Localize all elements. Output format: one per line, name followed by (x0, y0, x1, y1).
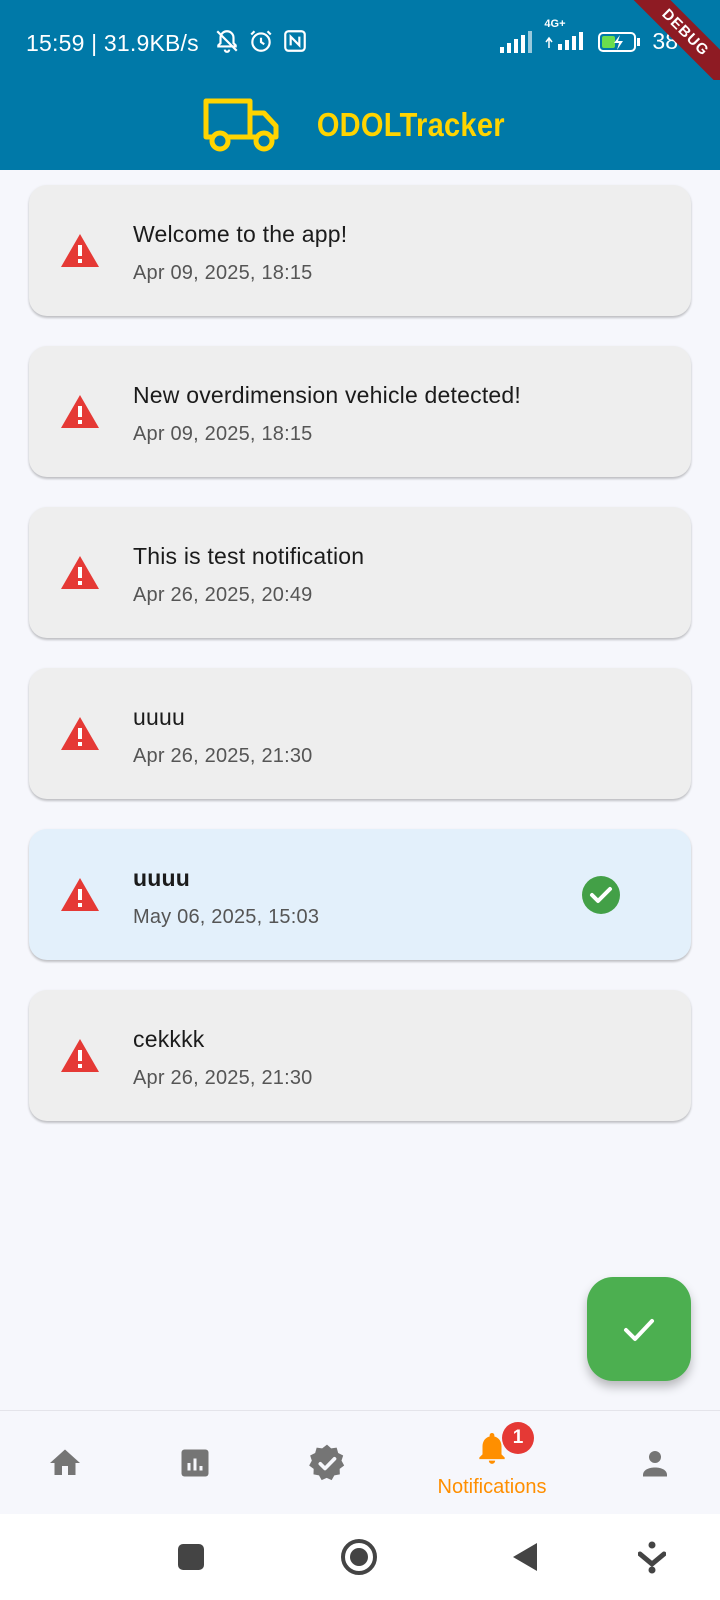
nav-notifications[interactable]: 1 Notifications (412, 1411, 572, 1515)
notification-card-unread[interactable]: uuuu May 06, 2025, 15:03 (29, 829, 691, 960)
app-bar: ODOLTracker (0, 80, 720, 170)
notification-list: Welcome to the app! Apr 09, 2025, 18:15 … (29, 185, 691, 1151)
battery-icon (598, 31, 641, 52)
status-icons-left (214, 28, 308, 54)
nfc-icon (284, 30, 306, 52)
nav-home[interactable] (30, 1411, 100, 1515)
status-bar: 15:59 | 31.9KB/s 4G+ 38 DEBUG (0, 0, 720, 96)
notification-date: May 06, 2025, 15:03 (133, 906, 320, 928)
warning-icon (61, 1039, 99, 1072)
network-type-label: 4G+ (544, 18, 566, 30)
notification-title: New overdimension vehicle detected! (133, 382, 521, 408)
notification-card[interactable]: Welcome to the app! Apr 09, 2025, 18:15 (29, 185, 691, 316)
nav-analytics[interactable] (160, 1411, 230, 1515)
home-icon (50, 1449, 80, 1475)
status-icons-right: 4G+ 38 (500, 18, 678, 55)
notification-date: Apr 09, 2025, 18:15 (133, 423, 313, 445)
keyboard-hide-icon[interactable] (638, 1540, 666, 1574)
person-icon (643, 1451, 667, 1477)
chart-icon (181, 1449, 209, 1477)
signal-4g: 4G+ (544, 18, 588, 55)
warning-icon (61, 234, 99, 267)
bell-off-icon (216, 30, 238, 53)
notification-date: Apr 09, 2025, 18:15 (133, 262, 313, 284)
status-time: 15:59 | 31.9KB/s (26, 30, 199, 56)
nav-profile[interactable] (620, 1411, 690, 1515)
notification-title: This is test notification (133, 543, 365, 569)
recent-apps-icon[interactable] (177, 1543, 205, 1571)
mark-read-check-icon[interactable] (582, 876, 620, 914)
warning-icon (61, 556, 99, 589)
check-icon (624, 1319, 654, 1341)
verified-icon (309, 1444, 345, 1481)
warning-icon (61, 717, 99, 750)
notification-badge: 1 (502, 1421, 534, 1454)
truck-icon (203, 98, 279, 152)
home-button-icon[interactable] (340, 1538, 378, 1576)
notification-title: uuuu (133, 865, 190, 891)
notification-title: cekkkk (133, 1026, 205, 1052)
app-title: ODOLTracker (317, 106, 505, 143)
bottom-navigation: 1 Notifications (0, 1410, 720, 1514)
notification-card[interactable]: This is test notification Apr 26, 2025, … (29, 507, 691, 638)
notification-card[interactable]: cekkkk Apr 26, 2025, 21:30 (29, 990, 691, 1121)
notification-title: Welcome to the app! (133, 221, 348, 247)
notification-date: Apr 26, 2025, 20:49 (133, 584, 313, 606)
notification-card[interactable]: New overdimension vehicle detected! Apr … (29, 346, 691, 477)
alarm-icon (250, 30, 272, 52)
warning-icon (61, 395, 99, 428)
warning-icon (61, 878, 99, 911)
nav-notifications-label: Notifications (437, 1475, 547, 1498)
notification-title: uuuu (133, 704, 185, 730)
signal-icon (500, 30, 533, 53)
notification-date: Apr 26, 2025, 21:30 (133, 1067, 313, 1089)
bell-wrapper: 1 (440, 1421, 544, 1472)
back-icon[interactable] (511, 1541, 539, 1573)
notification-card[interactable]: uuuu Apr 26, 2025, 21:30 (29, 668, 691, 799)
nav-verified[interactable] (292, 1411, 362, 1515)
signal-4g-icon (545, 32, 584, 50)
mark-all-read-button[interactable] (587, 1277, 691, 1381)
notification-date: Apr 26, 2025, 21:30 (133, 745, 313, 767)
system-navigation-bar (0, 1514, 720, 1600)
